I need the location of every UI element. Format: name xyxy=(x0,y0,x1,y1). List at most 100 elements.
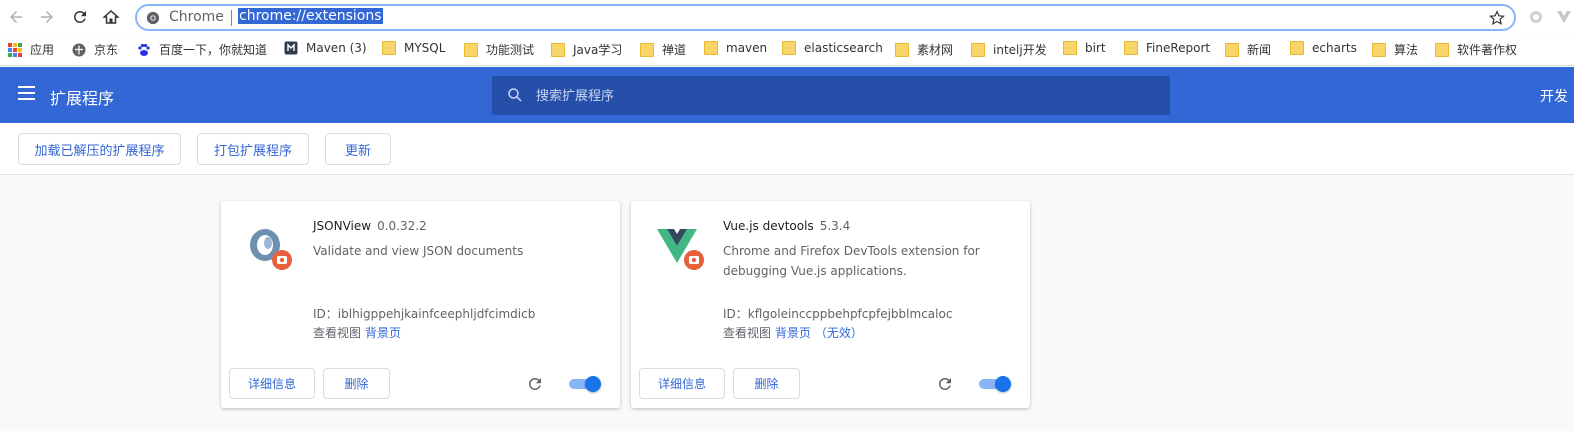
browser-toolbar: Chrome chrome://extensions xyxy=(0,0,1574,34)
bookmark-folder-copyright[interactable]: 软件著作权 xyxy=(1435,41,1517,58)
chrome-logo-icon xyxy=(146,11,160,25)
bookmark-label: MYSQL xyxy=(404,41,446,55)
bookmark-label: 禅道 xyxy=(662,43,687,57)
bookmark-label: birt xyxy=(1085,41,1106,55)
action-bar: 加载已解压的扩展程序 打包扩展程序 更新 xyxy=(0,123,1574,175)
bookmark-folder-birt[interactable]: birt xyxy=(1063,41,1106,55)
bookmark-label: 算法 xyxy=(1394,43,1419,57)
bookmark-folder-echarts[interactable]: echarts xyxy=(1290,41,1357,55)
bookmark-folder-zentao[interactable]: 禅道 xyxy=(640,41,686,58)
search-input[interactable] xyxy=(536,86,1136,106)
details-button[interactable]: 详细信息 xyxy=(639,368,725,399)
bookmark-folder-maven[interactable]: maven xyxy=(704,41,767,55)
bookmark-label: 京东 xyxy=(94,43,119,57)
forward-arrow-icon xyxy=(41,11,53,23)
bookmark-label: Maven (3) xyxy=(306,41,367,55)
extension-card-vue-devtools: Vue.js devtools 5.3.4 Chrome and Firefox … xyxy=(631,201,1030,408)
bookmark-folder-finereport[interactable]: FineReport xyxy=(1124,41,1210,55)
omnibox-chrome-label: Chrome xyxy=(169,9,224,25)
folder-icon xyxy=(895,42,909,57)
search-icon xyxy=(508,88,522,102)
details-button[interactable]: 详细信息 xyxy=(229,368,315,399)
folder-icon xyxy=(1225,42,1239,57)
bookmark-label: FineReport xyxy=(1146,41,1211,55)
reload-extension-icon[interactable] xyxy=(936,375,954,393)
background-page-link[interactable]: 背景页 xyxy=(365,326,401,340)
developer-mode-label[interactable]: 开发 xyxy=(1540,86,1568,106)
hamburger-menu-icon[interactable] xyxy=(18,86,38,104)
apps-grid-icon xyxy=(8,42,22,57)
inspect-views-label: 查看视图 xyxy=(313,326,362,340)
remove-button[interactable]: 删除 xyxy=(323,368,390,399)
extensions-header: 扩展程序 开发 xyxy=(0,67,1574,123)
bookmark-baidu[interactable]: 百度一下，你就知道 xyxy=(137,41,267,58)
extension-id: ID：iblhigppehjkainfceephljdfcimdicb xyxy=(313,307,536,321)
forward-button[interactable] xyxy=(36,6,58,28)
bookmark-label: echarts xyxy=(1312,41,1357,55)
bookmark-folder-intelj[interactable]: intelj开发 xyxy=(971,41,1047,58)
folder-icon xyxy=(382,41,396,55)
pack-extension-button[interactable]: 打包扩展程序 xyxy=(197,133,309,165)
folder-icon xyxy=(971,42,985,57)
folder-icon xyxy=(704,41,718,55)
extension-name: Vue.js devtools 5.3.4 xyxy=(723,219,850,233)
inspect-views: 查看视图 背景页 （无效） xyxy=(723,324,863,341)
remove-button[interactable]: 删除 xyxy=(733,368,800,399)
bookmark-label: 应用 xyxy=(30,43,55,57)
back-arrow-icon xyxy=(10,11,22,23)
address-bar[interactable]: Chrome chrome://extensions xyxy=(135,4,1516,31)
bookmark-label: 新闻 xyxy=(1247,43,1272,57)
folder-icon xyxy=(1063,41,1077,55)
toggle-knob xyxy=(585,376,601,392)
home-button[interactable] xyxy=(100,6,122,28)
bookmark-folder-mysql[interactable]: MYSQL xyxy=(382,41,445,55)
bookmark-label: 百度一下，你就知道 xyxy=(159,43,268,57)
extension-card-jsonview: JSONView 0.0.32.2 Validate and view JSON … xyxy=(221,201,620,408)
folder-icon xyxy=(1372,42,1386,57)
extension-description: Chrome and Firefox DevTools extension fo… xyxy=(723,244,980,278)
extension-jsonview-toolbar-icon[interactable] xyxy=(1528,9,1544,25)
enable-toggle[interactable] xyxy=(977,376,1011,392)
search-box[interactable] xyxy=(492,76,1170,115)
extension-version: 5.3.4 xyxy=(819,219,851,233)
bookmark-folder-sucai[interactable]: 素材网 xyxy=(895,41,953,58)
folder-icon xyxy=(1290,41,1304,55)
bookmark-folder-news[interactable]: 新闻 xyxy=(1225,41,1271,58)
back-button[interactable] xyxy=(5,6,27,28)
bookmark-folder-java[interactable]: Java学习 xyxy=(551,41,622,58)
bookmark-maven-3[interactable]: Maven (3) xyxy=(284,41,367,55)
bookmark-apps[interactable]: 应用 xyxy=(8,41,54,58)
bookmark-label: 功能测试 xyxy=(486,43,535,57)
bookmark-folder-functional-test[interactable]: 功能测试 xyxy=(464,41,534,58)
jsonview-logo-icon xyxy=(250,229,292,270)
bookmark-star-icon[interactable] xyxy=(1488,9,1506,27)
extension-description: Validate and view JSON documents xyxy=(313,244,524,258)
reload-icon xyxy=(74,10,86,23)
reload-extension-icon[interactable] xyxy=(526,375,544,393)
inspect-views-label: 查看视图 xyxy=(723,326,772,340)
maven-icon xyxy=(284,41,298,55)
reload-button[interactable] xyxy=(69,6,91,28)
bookmark-label: 软件著作权 xyxy=(1457,43,1518,57)
folder-icon xyxy=(782,41,796,55)
vue-logo-icon xyxy=(657,229,704,270)
bookmark-jd[interactable]: 京东 xyxy=(72,41,118,58)
bookmark-label: elasticsearch xyxy=(804,41,883,55)
background-page-link[interactable]: 背景页 （无效） xyxy=(775,326,863,340)
home-icon xyxy=(102,9,120,24)
bookmark-label: intelj开发 xyxy=(993,43,1047,57)
extension-version: 0.0.32.2 xyxy=(377,219,427,233)
folder-icon xyxy=(551,42,565,57)
extension-id: ID：kflgoleinccppbehpfcpfejbblmcaloc xyxy=(723,307,953,321)
page-title: 扩展程序 xyxy=(50,89,115,108)
bookmark-folder-algorithm[interactable]: 算法 xyxy=(1372,41,1418,58)
inspect-views: 查看视图 背景页 xyxy=(313,324,401,341)
load-unpacked-button[interactable]: 加载已解压的扩展程序 xyxy=(18,133,181,165)
enable-toggle[interactable] xyxy=(567,376,601,392)
extension-vue-toolbar-icon[interactable] xyxy=(1556,9,1572,25)
omnibox-url[interactable]: chrome://extensions xyxy=(238,8,383,24)
bookmarks-bar: 应用 京东 百度一下，你就知道 Maven (3) MYSQL 功能测试 Jav… xyxy=(0,35,1574,66)
extension-title: JSONView xyxy=(313,219,372,233)
bookmark-folder-elasticsearch[interactable]: elasticsearch xyxy=(782,41,883,55)
update-button[interactable]: 更新 xyxy=(325,133,391,165)
